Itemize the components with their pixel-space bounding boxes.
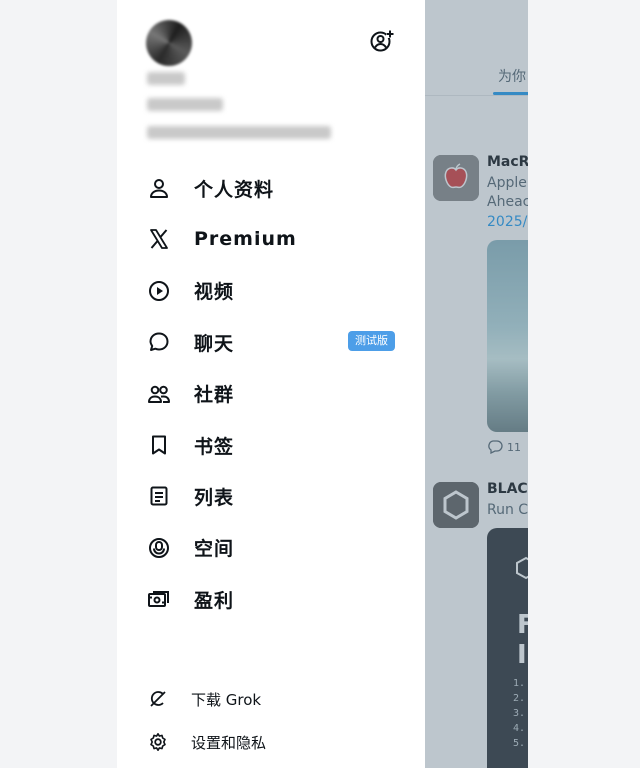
navigation-drawer: 个人资料 Premium 视频聊天 测试版社群书签列表空间盈利 下载 Grok 设置和隐…	[117, 0, 425, 768]
drawer-item-label: 列表	[194, 486, 235, 509]
drawer-item-label: 聊天	[194, 332, 235, 355]
add-account-icon	[370, 30, 394, 52]
chat-bubble-icon	[147, 330, 171, 354]
person-icon	[147, 176, 171, 200]
left-gutter	[0, 0, 117, 768]
drawer-item-premium[interactable]: Premium	[117, 214, 425, 264]
bookmark-icon	[147, 433, 171, 457]
drawer-backdrop-overlay[interactable]	[425, 0, 528, 768]
drawer-item-video[interactable]: 视频	[117, 266, 425, 316]
drawer-item-label: 设置和隐私	[191, 733, 267, 752]
drawer-item-monetization[interactable]: 盈利	[117, 574, 425, 624]
x-logo-icon	[147, 227, 171, 251]
drawer-item-chat[interactable]: 聊天 测试版	[117, 317, 425, 367]
drawer-item-bookmarks[interactable]: 书签	[117, 420, 425, 470]
money-icon	[147, 587, 171, 611]
grok-icon	[148, 689, 168, 709]
drawer-item-label: Premium	[194, 228, 297, 251]
spaces-mic-icon	[147, 536, 171, 560]
people-icon	[147, 382, 171, 406]
right-gutter	[528, 0, 640, 768]
redacted-follow-stats	[147, 126, 331, 139]
profile-avatar[interactable]	[146, 20, 192, 66]
beta-badge: 测试版	[348, 331, 395, 352]
app-screen: 为你 MacR Apple Aheac 2025/ 11 BLAC Run C …	[0, 0, 640, 768]
drawer-item-label: 社群	[194, 384, 235, 407]
add-account-button[interactable]	[369, 28, 395, 54]
drawer-item-label: 视频	[194, 281, 235, 304]
list-icon	[147, 484, 171, 508]
drawer-item-label: 下载 Grok	[191, 690, 262, 709]
drawer-item-label: 书签	[194, 435, 235, 458]
drawer-item-lists[interactable]: 列表	[117, 471, 425, 521]
redacted-username	[147, 98, 223, 111]
drawer-item-communities[interactable]: 社群	[117, 369, 425, 419]
drawer-item-label: 盈利	[194, 589, 235, 612]
redacted-display-name	[147, 72, 185, 85]
drawer-item-label: 个人资料	[194, 178, 275, 201]
drawer-item-settings[interactable]: 设置和隐私	[117, 724, 425, 760]
drawer-item-label: 空间	[194, 538, 235, 561]
home-timeline: 为你 MacR Apple Aheac 2025/ 11 BLAC Run C …	[425, 0, 528, 768]
drawer-item-spaces[interactable]: 空间	[117, 523, 425, 573]
play-circle-icon	[147, 279, 171, 303]
drawer-item-profile[interactable]: 个人资料	[117, 163, 425, 213]
gear-icon	[148, 732, 168, 752]
drawer-item-grok[interactable]: 下载 Grok	[117, 681, 425, 717]
